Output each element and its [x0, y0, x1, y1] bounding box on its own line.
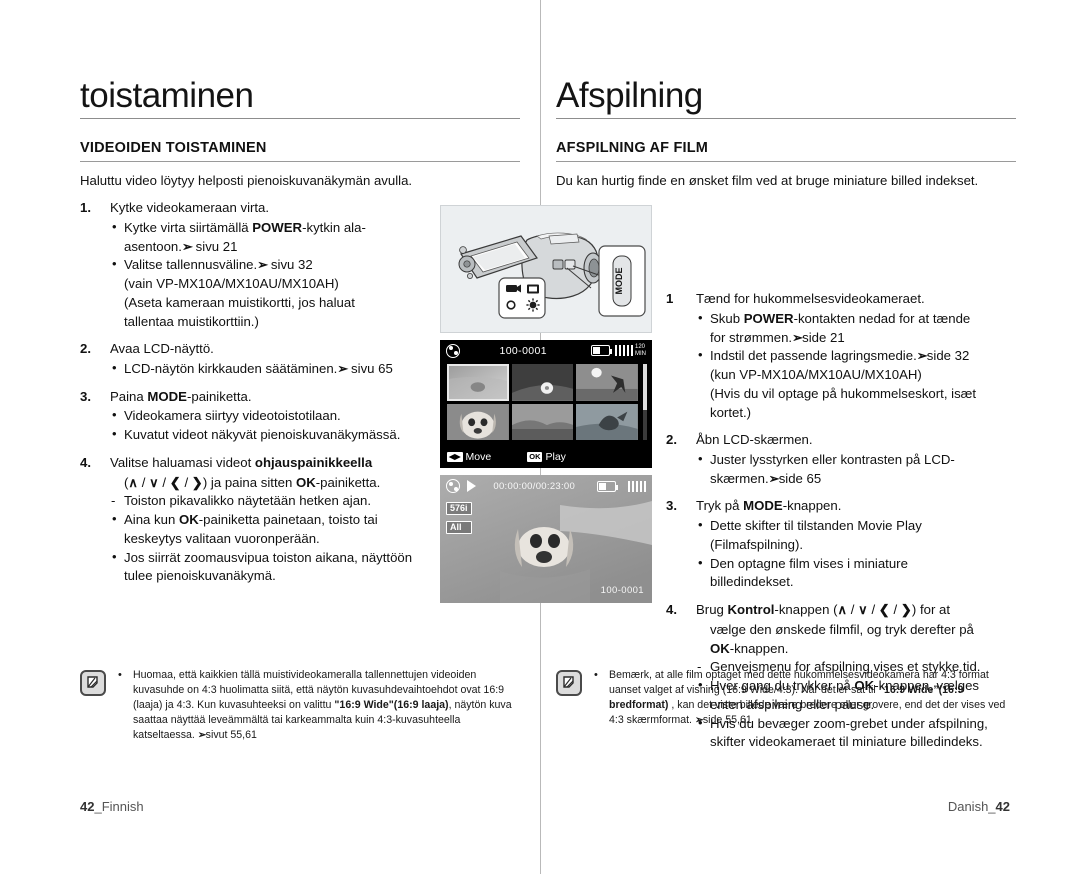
- step-detail-line: (Filmafspilning).: [710, 536, 804, 552]
- step-detail-line: (Hvis du vil optage på hukommelseskort, …: [710, 385, 977, 401]
- note-pen-icon: [556, 670, 582, 696]
- step-detail-line: Indstil det passende lagringsmedie.➢side…: [696, 346, 1016, 366]
- step-detail-line: Skub POWER-kontakten nedad for at tænde: [696, 309, 1016, 329]
- left-intro-text: Haluttu video löytyy helposti pienoiskuv…: [80, 173, 413, 188]
- step-detail-list: Skub POWER-kontakten nedad for at tændef…: [696, 309, 1016, 422]
- left-note-box: Huomaa, että kaikkien tällä muistivideok…: [80, 668, 520, 743]
- step-detail-line: for strømmen.➢side 21: [710, 329, 845, 345]
- step-detail-list: Juster lysstyrken eller kontrasten på LC…: [696, 450, 1016, 488]
- step-number: 3.: [80, 388, 91, 404]
- right-chapter-rule: [556, 118, 1016, 119]
- playback-badges: 576i All: [446, 502, 472, 534]
- list-item[interactable]: [447, 403, 509, 440]
- step-number: 2.: [80, 341, 91, 357]
- move-label: Move: [465, 451, 492, 463]
- step-title: Brug Kontrol-knappen (∧ / ∨ / ❮ / ❯) for…: [696, 602, 951, 618]
- step-detail-list: Dette skifter til tilstanden Movie Play(…: [696, 516, 1016, 592]
- step-detail-line: vælge den ønskede filmfil, og tryk deref…: [710, 621, 974, 637]
- right-page-footer: Danish_42: [947, 799, 1010, 814]
- right-intro-text: Du kan hurtig finde en ønsket film ved a…: [556, 173, 979, 188]
- left-footer-language: Finnish: [101, 799, 144, 814]
- step-title: Åbn LCD-skærmen.: [696, 432, 813, 448]
- control-key-icon: ◀▶: [447, 452, 463, 462]
- step-number: 2.: [666, 432, 677, 448]
- left-chapter-header: toistaminen: [80, 78, 520, 119]
- film-reel-icon: [446, 479, 460, 493]
- left-chapter-rule: [80, 118, 520, 119]
- step-detail-line: Juster lysstyrken eller kontrasten på LC…: [696, 450, 1016, 470]
- left-footer-page-number: 42: [80, 799, 95, 814]
- step-detail-line: (kun VP-MX10A/MX10AU/MX10AH): [710, 367, 922, 383]
- note-pen-icon: [80, 670, 106, 696]
- move-hint: ◀▶ Move: [447, 451, 491, 463]
- step-number: 3.: [666, 498, 677, 514]
- right-footer-language: Danish: [947, 799, 989, 814]
- manual-page: toistaminen VIDEOIDEN TOISTAMINEN Halutt…: [0, 0, 1080, 874]
- right-chapter-title: Afspilning: [556, 78, 711, 113]
- right-chapter-header: Afspilning: [556, 78, 1016, 119]
- step-detail-line: OK-knappen.: [710, 640, 789, 656]
- step-item: 1 Tænd for hukommelsesvideokameraet. Skub …: [666, 290, 1016, 422]
- right-note-text: Bemærk, at alle film optaget med dette h…: [591, 668, 1011, 728]
- step-detail-line: Dette skifter til tilstanden Movie Play: [696, 516, 1016, 536]
- step-item: 3. Tryk på MODE-knappen. Dette skifter til…: [666, 497, 1016, 592]
- list-item[interactable]: [447, 364, 509, 401]
- play-icon: [467, 480, 476, 492]
- quality-badge: 576i: [446, 502, 472, 515]
- step-number: 1.: [80, 200, 91, 216]
- step-number: 4.: [666, 602, 677, 618]
- step-detail-line: kortet.): [710, 404, 752, 420]
- step-title: Tryk på MODE-knappen.: [696, 498, 842, 514]
- step-item: 2. Åbn LCD-skærmen. Juster lysstyrken elle…: [666, 431, 1016, 488]
- repeat-badge: All: [446, 521, 472, 534]
- left-section-title: VIDEOIDEN TOISTAMINEN: [80, 140, 520, 162]
- left-page-footer: 42_Finnish: [80, 799, 144, 814]
- left-chapter-title: toistaminen: [80, 78, 262, 113]
- step-detail-line: billedindekset.: [710, 574, 794, 590]
- right-page-danish: Afspilning AFSPILNING AF FILM Du kan hur…: [540, 0, 1080, 874]
- step-number: 1: [666, 291, 674, 307]
- right-footer-page-number: 42: [995, 799, 1010, 814]
- step-detail-line: Den optagne film vises i miniature: [696, 554, 1016, 574]
- step-detail-line: skærmen.➢side 65: [710, 470, 822, 486]
- left-note-text: Huomaa, että kaikkien tällä muistivideok…: [115, 668, 520, 743]
- right-note-box: Bemærk, at alle film optaget med dette h…: [556, 668, 1011, 728]
- film-reel-icon: [446, 343, 460, 358]
- right-section-title: AFSPILNING AF FILM: [556, 140, 1016, 162]
- step-number: 4.: [80, 454, 91, 470]
- step-title: Tænd for hukommelsesvideokameraet.: [696, 291, 925, 307]
- step-detail-line: skifter videokameraet til miniature bill…: [710, 734, 983, 750]
